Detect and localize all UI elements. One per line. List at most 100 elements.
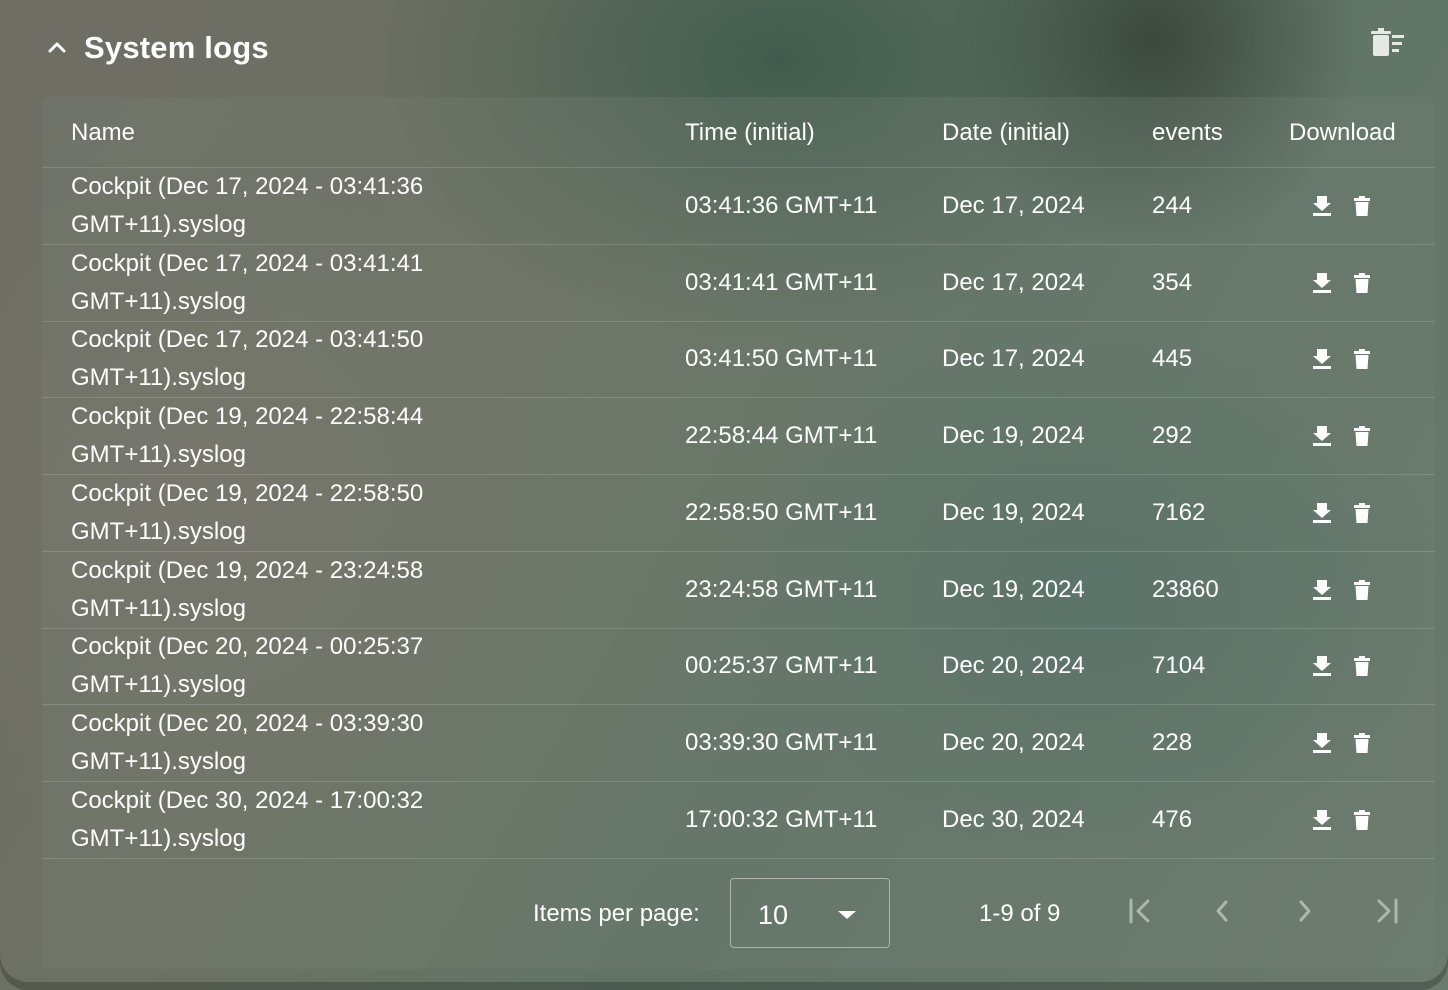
log-time-cell: 03:41:36 GMT+11 [685,192,878,219]
caret-down-icon [838,911,856,919]
download-icon[interactable] [1312,654,1332,678]
log-name-line2: GMT+11).syslog [71,747,246,775]
download-icon[interactable] [1312,808,1332,832]
log-name-cell: Cockpit (Dec 19, 2024 - 22:58:50 GMT+11).… [71,475,491,551]
trash-icon[interactable] [1352,424,1372,448]
log-name-line2: GMT+11).syslog [71,824,246,852]
download-icon[interactable] [1312,501,1332,525]
download-icon[interactable] [1312,731,1332,755]
log-events-cell: 7104 [1152,652,1206,680]
download-icon[interactable] [1312,424,1332,448]
log-name-line1: Cockpit (Dec 17, 2024 - 03:41:41 [71,249,424,277]
log-actions-cell [1312,245,1392,321]
trash-icon[interactable] [1352,194,1372,218]
log-time-cell: 03:41:41 GMT+11 [685,268,878,296]
log-name-cell: Cockpit (Dec 17, 2024 - 03:41:50 GMT+11).… [71,321,491,397]
column-header-time[interactable]: Time (initial) [685,97,815,167]
logs-table: Name Time (initial) Date (initial) event… [42,97,1435,969]
log-time-cell: 03:41:50 GMT+11 [685,345,878,373]
table-header: Name Time (initial) Date (initial) event… [42,97,1435,168]
paginator: Items per page: 10 1-9 of 9 [42,877,1435,949]
trash-icon[interactable] [1352,808,1372,832]
log-actions-cell [1312,628,1392,704]
download-icon[interactable] [1312,271,1332,295]
log-actions-cell [1312,168,1392,244]
delete-sweep-icon [1370,27,1406,65]
log-name-line2: GMT+11).syslog [71,287,246,315]
chevron-up-icon[interactable] [44,35,70,61]
log-actions-cell [1312,782,1392,858]
table-row: Cockpit (Dec 17, 2024 - 03:41:50 GMT+11).… [42,321,1435,399]
log-name-line1: Cockpit (Dec 19, 2024 - 22:58:50 [71,479,424,507]
table-row: Cockpit (Dec 19, 2024 - 22:58:50 GMT+11).… [42,475,1435,552]
table-row: Cockpit (Dec 19, 2024 - 22:58:44 GMT+11).… [42,398,1435,476]
log-actions-cell [1312,398,1392,474]
log-time-cell: 03:39:30 GMT+11 [685,728,878,756]
log-name-cell: Cockpit (Dec 19, 2024 - 22:58:44 GMT+11).… [71,398,491,474]
panel-title: System logs [84,30,269,65]
log-name-line1: Cockpit (Dec 30, 2024 - 17:00:32 [71,786,424,814]
log-actions-cell [1312,475,1392,551]
items-per-page-select[interactable]: 10 [730,878,890,948]
trash-icon[interactable] [1352,731,1372,755]
log-name-line2: GMT+11).syslog [71,517,246,545]
table-row: Cockpit (Dec 17, 2024 - 03:41:36 GMT+11).… [42,168,1435,245]
log-time-cell: 22:58:44 GMT+11 [685,422,878,450]
log-events-cell: 23860 [1152,575,1219,603]
column-header-name[interactable]: Name [71,97,135,167]
log-time-cell: 17:00:32 GMT+11 [685,805,878,833]
log-events-cell: 244 [1152,192,1193,219]
last-page-button[interactable] [1369,895,1405,931]
log-actions-cell [1312,552,1392,628]
log-actions-cell [1312,321,1392,397]
log-name-cell: Cockpit (Dec 17, 2024 - 03:41:41 GMT+11).… [71,245,491,321]
first-page-button[interactable] [1122,895,1158,931]
log-name-line1: Cockpit (Dec 20, 2024 - 03:39:30 [71,709,424,737]
items-per-page-label: Items per page: [533,900,700,927]
download-icon[interactable] [1312,194,1332,218]
download-icon[interactable] [1312,578,1332,602]
log-name-line1: Cockpit (Dec 20, 2024 - 00:25:37 [71,633,424,661]
trash-icon[interactable] [1352,501,1372,525]
trash-icon[interactable] [1352,654,1372,678]
log-events-cell: 354 [1152,268,1193,296]
log-name-line1: Cockpit (Dec 17, 2024 - 03:41:50 [71,326,424,354]
log-events-cell: 445 [1152,345,1193,373]
chevron-left-icon [1207,896,1237,931]
column-header-events[interactable]: events [1152,97,1223,167]
log-name-line2: GMT+11).syslog [71,594,246,622]
table-row: Cockpit (Dec 19, 2024 - 23:24:58 GMT+11).… [42,552,1435,629]
log-date-cell: Dec 19, 2024 [942,422,1085,450]
log-name-cell: Cockpit (Dec 20, 2024 - 03:39:30 GMT+11).… [71,705,491,781]
log-date-cell: Dec 17, 2024 [942,345,1085,373]
panel-header[interactable]: System logs [44,26,269,70]
trash-icon[interactable] [1352,578,1372,602]
log-events-cell: 7162 [1152,498,1206,526]
first-page-icon [1125,896,1155,931]
clear-all-logs-button[interactable] [1368,27,1408,65]
log-name-line1: Cockpit (Dec 17, 2024 - 03:41:36 [71,173,424,200]
log-time-cell: 23:24:58 GMT+11 [685,575,878,603]
log-name-line2: GMT+11).syslog [71,211,246,238]
next-page-button[interactable] [1287,895,1323,931]
previous-page-button[interactable] [1204,895,1240,931]
table-row: Cockpit (Dec 20, 2024 - 03:39:30 GMT+11).… [42,705,1435,782]
last-page-icon [1372,896,1402,931]
items-per-page-value: 10 [758,900,789,930]
log-events-cell: 292 [1152,422,1193,450]
table-row: Cockpit (Dec 20, 2024 - 00:25:37 GMT+11).… [42,628,1435,706]
log-date-cell: Dec 20, 2024 [942,652,1085,680]
log-name-line1: Cockpit (Dec 19, 2024 - 23:24:58 [71,556,424,584]
log-name-cell: Cockpit (Dec 17, 2024 - 03:41:36 GMT+11).… [71,168,491,244]
log-actions-cell [1312,705,1392,781]
log-name-cell: Cockpit (Dec 30, 2024 - 17:00:32 GMT+11).… [71,782,491,858]
chevron-right-icon [1290,896,1320,931]
trash-icon[interactable] [1352,347,1372,371]
download-icon[interactable] [1312,347,1332,371]
log-events-cell: 228 [1152,728,1193,756]
column-header-date[interactable]: Date (initial) [942,97,1070,167]
table-row: Cockpit (Dec 17, 2024 - 03:41:41 GMT+11).… [42,245,1435,322]
log-name-cell: Cockpit (Dec 19, 2024 - 23:24:58 GMT+11).… [71,552,491,628]
trash-icon[interactable] [1352,271,1372,295]
column-header-download: Download [1289,119,1396,146]
